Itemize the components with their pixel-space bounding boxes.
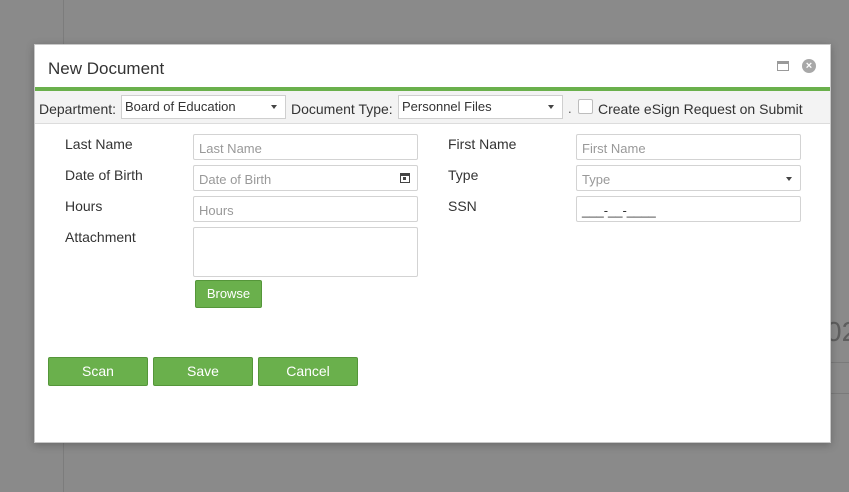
chevron-down-icon [786, 177, 792, 181]
date-of-birth-label: Date of Birth [65, 167, 143, 183]
calendar-icon[interactable] [400, 173, 410, 183]
scan-button[interactable]: Scan [48, 357, 148, 386]
esign-label[interactable]: Create eSign Request on Submit [598, 101, 803, 117]
chevron-down-icon [548, 105, 554, 109]
ssn-input[interactable]: ___-__-____ [576, 196, 801, 222]
esign-checkbox[interactable] [578, 99, 593, 114]
attachment-label: Attachment [65, 229, 136, 245]
chevron-down-icon [271, 105, 277, 109]
date-of-birth-input[interactable]: Date of Birth [193, 165, 418, 191]
department-label: Department: [39, 101, 117, 117]
department-select[interactable]: Board of Education [121, 95, 286, 119]
last-name-label: Last Name [65, 136, 133, 152]
hours-input[interactable]: Hours [193, 196, 418, 222]
type-label: Type [448, 167, 479, 183]
save-button[interactable]: Save [153, 357, 253, 386]
browse-button[interactable]: Browse [195, 280, 262, 308]
toolbar-separator: . [568, 101, 572, 116]
first-name-placeholder: First Name [582, 141, 646, 156]
document-type-select[interactable]: Personnel Files [398, 95, 563, 119]
new-document-dialog: New Document × Department: Board of Educ… [34, 44, 831, 443]
document-type-label: Document Type: [291, 101, 393, 117]
attachment-field[interactable] [193, 227, 418, 277]
maximize-icon[interactable] [777, 61, 789, 71]
hours-label: Hours [65, 198, 103, 214]
hours-placeholder: Hours [199, 203, 234, 218]
ssn-mask: ___-__-____ [582, 203, 656, 218]
date-of-birth-placeholder: Date of Birth [199, 172, 272, 187]
first-name-input[interactable]: First Name [576, 134, 801, 160]
department-value: Board of Education [125, 99, 236, 114]
type-placeholder: Type [582, 172, 611, 187]
dialog-title: New Document [48, 59, 165, 78]
document-type-value: Personnel Files [402, 99, 492, 114]
close-icon[interactable]: × [802, 59, 816, 73]
document-toolbar: Department: Board of Education Document … [35, 91, 830, 124]
cancel-button[interactable]: Cancel [258, 357, 358, 386]
ssn-label: SSN [448, 198, 477, 214]
first-name-label: First Name [448, 136, 517, 152]
last-name-input[interactable]: Last Name [193, 134, 418, 160]
type-select[interactable]: Type [576, 165, 801, 191]
last-name-placeholder: Last Name [199, 141, 262, 156]
dialog-titlebar[interactable]: New Document × [35, 45, 830, 87]
